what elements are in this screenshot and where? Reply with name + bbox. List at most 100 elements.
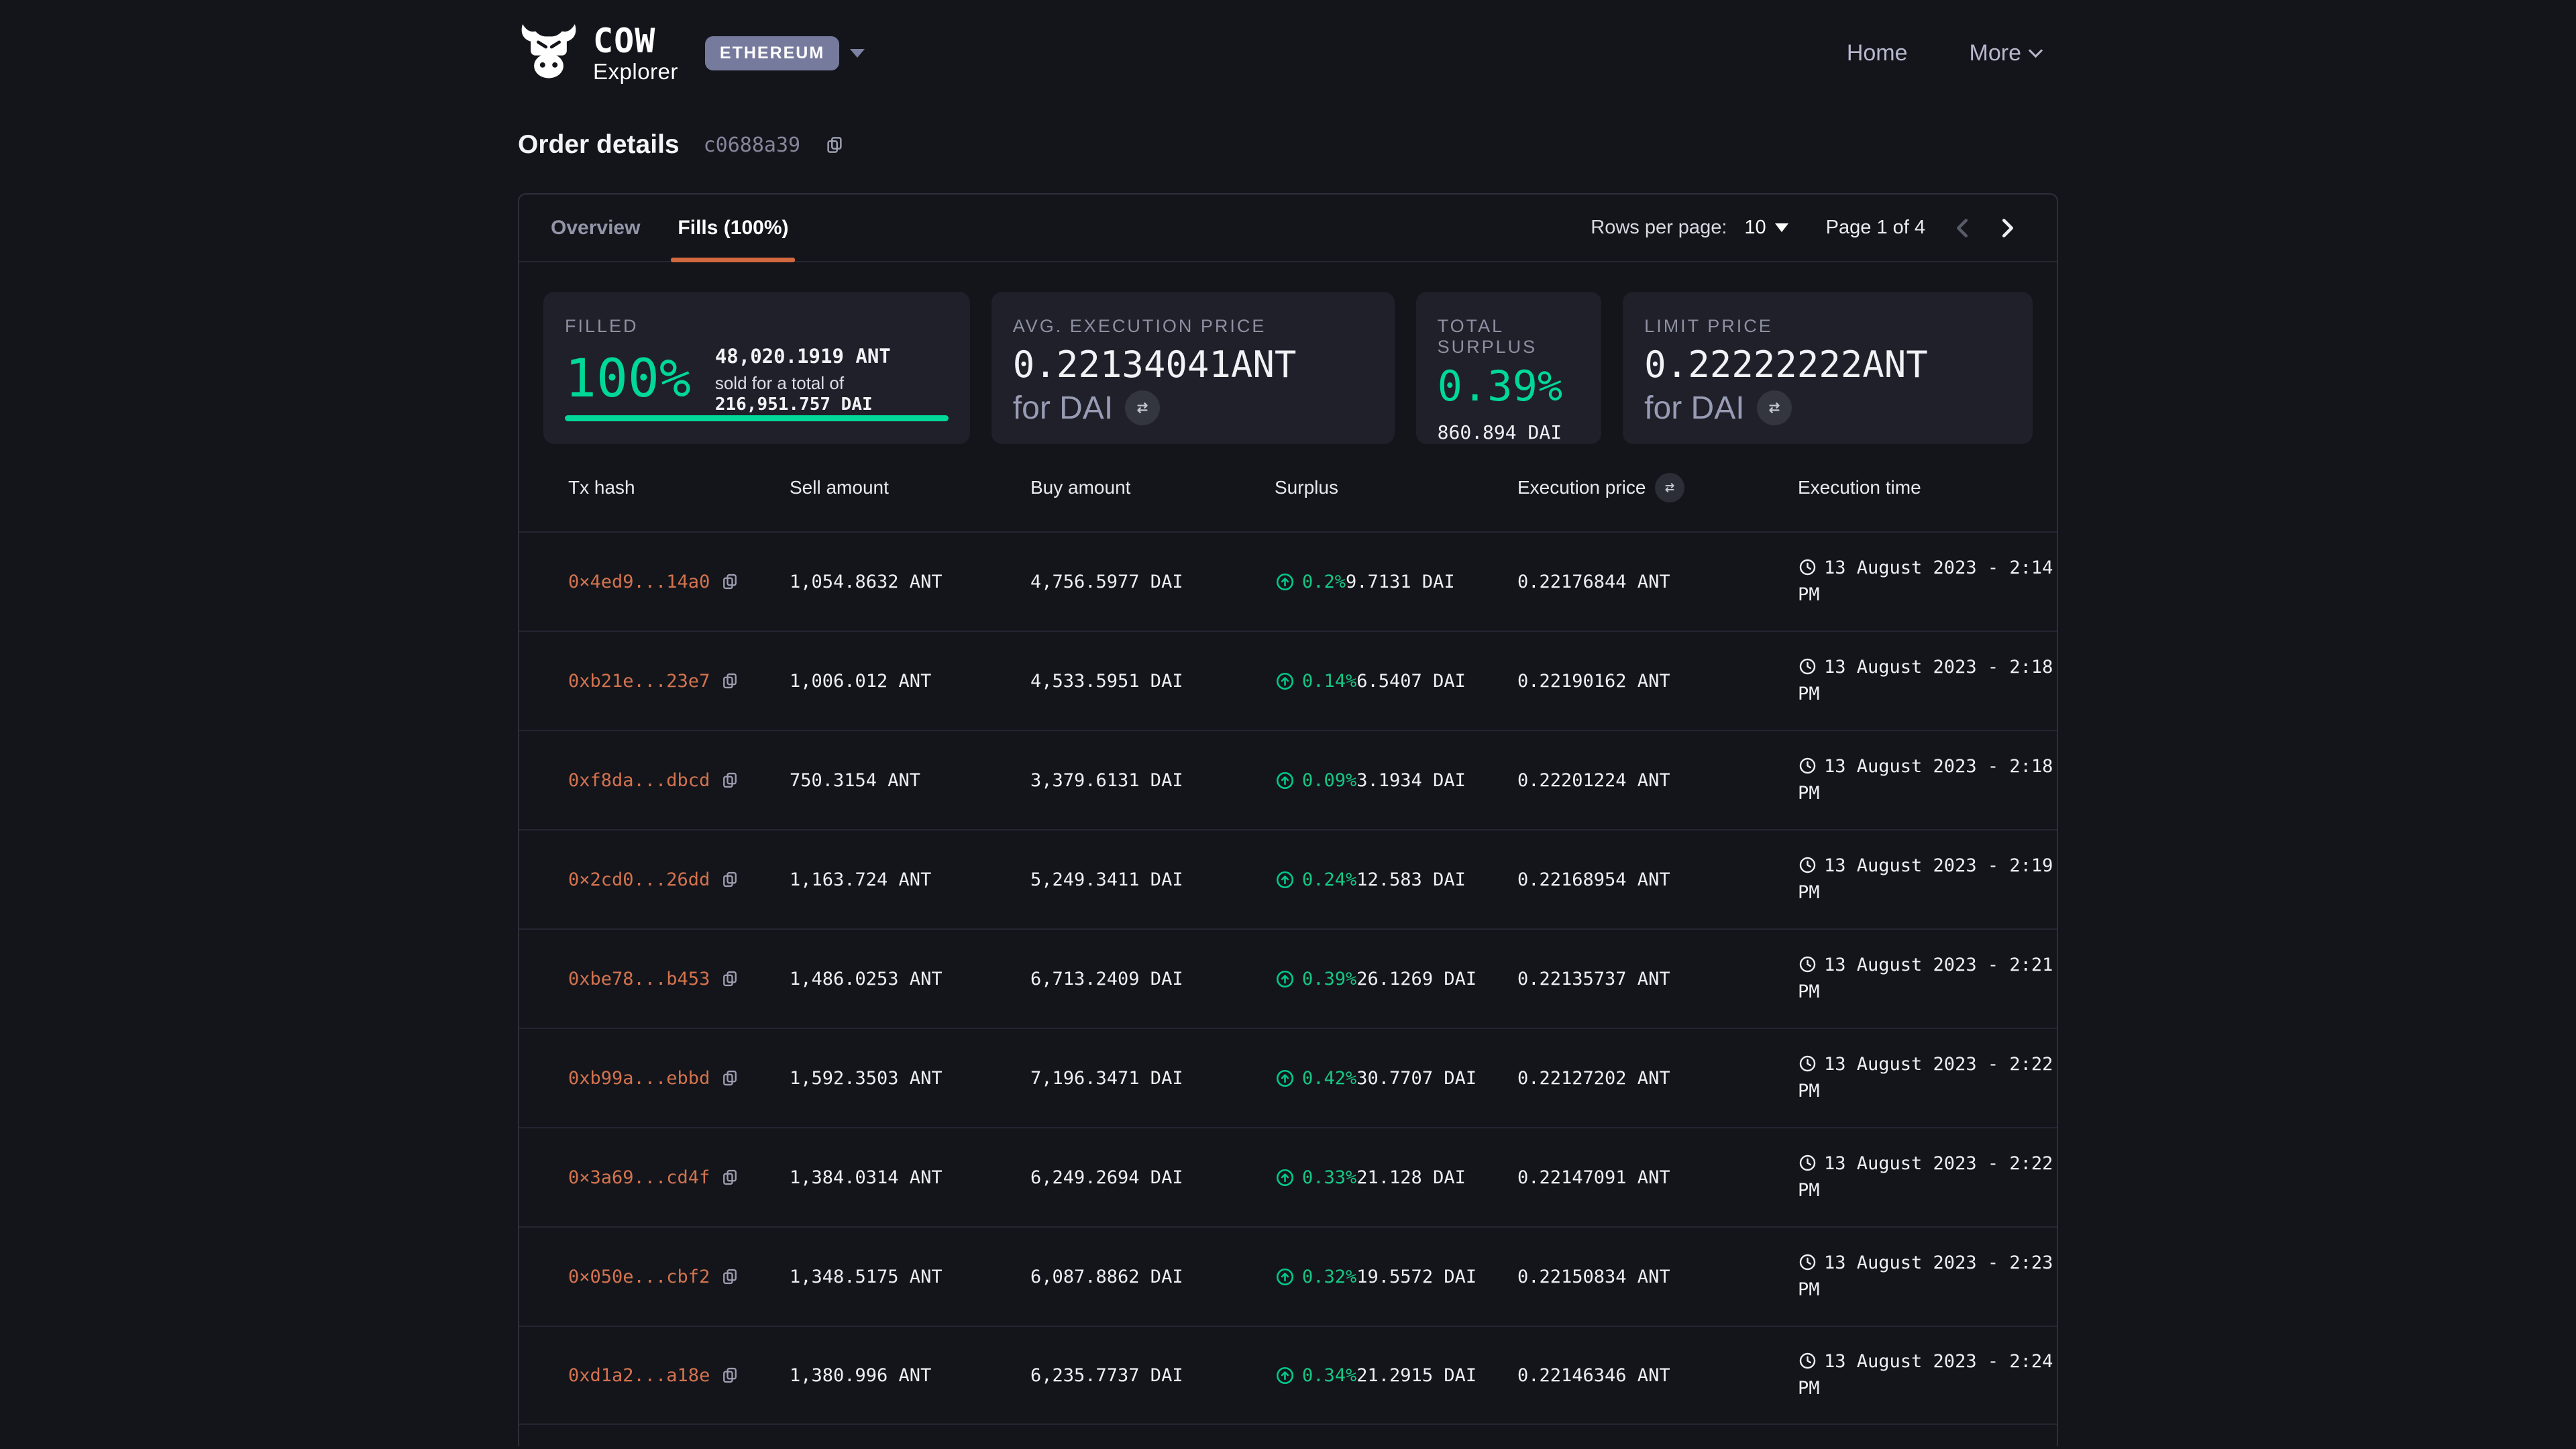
surplus-cell: 0.09%3.1934 DAI xyxy=(1275,770,1517,791)
copy-icon[interactable] xyxy=(720,1168,739,1187)
buy-amount-cell: 3,379.6131 DAI xyxy=(1030,770,1275,791)
execution-time-cell: 13 August 2023 - 2:19 PM xyxy=(1798,853,2057,907)
table-header-row: Tx hashSell amountBuy amountSurplusExecu… xyxy=(519,444,2057,531)
copy-icon[interactable] xyxy=(720,572,739,591)
pagination-controls: Rows per page: 10 Page 1 of 4 xyxy=(1591,211,2057,246)
tx-hash-cell: 0xb21e...23e7 xyxy=(568,671,790,692)
brand-name: COW xyxy=(593,24,678,58)
execution-time-cell: 13 August 2023 - 2:23 PM xyxy=(1798,1250,2057,1304)
copy-icon[interactable] xyxy=(720,771,739,790)
filled-sold-total: 216,951.757 DAI xyxy=(715,394,873,415)
execution-price-cell: 0.22135737 ANT xyxy=(1517,969,1798,989)
copy-icon[interactable] xyxy=(720,1366,739,1385)
copy-icon[interactable] xyxy=(720,870,739,889)
surplus-amount: 9.7131 DAI xyxy=(1346,572,1455,592)
table-row: 0xb21e...23e7 1,006.012 ANT4,533.5951 DAI… xyxy=(519,631,2057,730)
buy-amount-cell: 6,087.8862 DAI xyxy=(1030,1267,1275,1287)
tx-hash-link[interactable]: 0xf8da...dbcd xyxy=(568,770,710,791)
avg-execution-price-card: AVG. EXECUTION PRICE 0.22134041ANT for D… xyxy=(991,292,1395,444)
tabs-bar: Overview Fills (100%) Rows per page: 10 P… xyxy=(519,195,2057,262)
filled-sold-amount: 48,020.1919 ANT xyxy=(715,345,949,368)
table-row: 0xd1a2...a18e1,380.996 ANT6,235.7737 DAI… xyxy=(519,1326,2057,1425)
total-surplus-amount: 860.894 DAI xyxy=(1438,421,1580,443)
execution-time-cell: 13 August 2023 - 2:14 PM xyxy=(1798,555,2057,609)
execution-price-cell: 0.22190162 ANT xyxy=(1517,671,1798,692)
previous-page-button[interactable] xyxy=(1945,211,1980,246)
total-surplus-percent: 0.39% xyxy=(1438,364,1580,408)
execution-price-cell: 0.22201224 ANT xyxy=(1517,770,1798,791)
execution-time-cell: 13 August 2023 - 2:24 PM xyxy=(1798,1348,2057,1403)
column-header-execution-price: Execution price xyxy=(1517,473,1798,502)
rows-per-page-value: 10 xyxy=(1744,217,1766,239)
buy-amount-cell: 7,196.3471 DAI xyxy=(1030,1068,1275,1089)
surplus-percent: 0.33% xyxy=(1302,1167,1356,1188)
execution-time-cell: 13 August 2023 - 2:18 PM xyxy=(1798,753,2057,808)
tx-hash-link[interactable]: 0xd1a2...a18e xyxy=(568,1365,710,1386)
avg-execution-price-value: 0.22134041ANT xyxy=(1013,346,1373,384)
copy-icon[interactable] xyxy=(720,672,739,690)
swap-direction-icon[interactable] xyxy=(1757,390,1792,425)
nav-item-more[interactable]: More xyxy=(1970,40,2041,66)
table-row: 0×050e...cbf21,348.5175 ANT6,087.8862 DA… xyxy=(519,1226,2057,1326)
network-caret-down-icon xyxy=(850,49,865,58)
surplus-percent: 0.34% xyxy=(1302,1365,1356,1386)
tx-hash-cell: 0xd1a2...a18e xyxy=(568,1365,790,1386)
surplus-amount: 30.7707 DAI xyxy=(1356,1068,1477,1089)
buy-amount-cell: 6,249.2694 DAI xyxy=(1030,1167,1275,1188)
cow-head-icon xyxy=(518,24,580,83)
surplus-percent: 0.24% xyxy=(1302,869,1356,890)
surplus-amount: 21.2915 DAI xyxy=(1356,1365,1477,1386)
tx-hash-link[interactable]: 0xb21e...23e7 xyxy=(568,671,710,692)
filled-amounts: 48,020.1919 ANT sold for a total of 216,… xyxy=(715,345,949,415)
tx-hash-link[interactable]: 0×3a69...cd4f xyxy=(568,1167,710,1188)
cow-explorer-logo[interactable]: COW Explorer xyxy=(518,24,678,83)
surplus-cell: 0.24%12.583 DAI xyxy=(1275,869,1517,890)
table-row: 0×4ed9...14a01,054.8632 ANT4,756.5977 DA… xyxy=(519,531,2057,631)
copy-icon[interactable] xyxy=(720,1069,739,1087)
tx-hash-cell: 0xbe78...b453 xyxy=(568,969,790,989)
copy-icon[interactable] xyxy=(720,1267,739,1286)
surplus-cell: 0.14%6.5407 DAI xyxy=(1275,671,1517,692)
tx-hash-link[interactable]: 0×4ed9...14a0 xyxy=(568,572,710,592)
sell-amount-cell: 1,380.996 ANT xyxy=(790,1365,1030,1386)
tx-hash-link[interactable]: 0xb99a...ebbd xyxy=(568,1068,710,1089)
copy-icon[interactable] xyxy=(720,969,739,988)
tx-hash-link[interactable]: 0xbe78...b453 xyxy=(568,969,710,989)
price-swap-icon[interactable] xyxy=(1655,473,1684,502)
sell-amount-cell: 1,006.012 ANT xyxy=(790,671,1030,692)
surplus-percent: 0.14% xyxy=(1302,671,1356,692)
next-page-button[interactable] xyxy=(1990,211,2025,246)
rows-per-page-select[interactable]: 10 xyxy=(1744,217,1788,239)
surplus-cell: 0.39%26.1269 DAI xyxy=(1275,969,1517,989)
tab-fills-100[interactable]: Fills (100%) xyxy=(671,195,795,261)
buy-amount-cell: 4,533.5951 DAI xyxy=(1030,671,1275,692)
order-id-copy-icon[interactable] xyxy=(824,135,845,155)
order-details-panel: Overview Fills (100%) Rows per page: 10 P… xyxy=(518,193,2058,1446)
limit-price-card: LIMIT PRICE 0.22222222ANT for DAI xyxy=(1623,292,2033,444)
tab-overview[interactable]: Overview xyxy=(544,195,647,261)
sell-amount-cell: 1,384.0314 ANT xyxy=(790,1167,1030,1188)
surplus-amount: 19.5572 DAI xyxy=(1356,1267,1477,1287)
execution-price-cell: 0.22147091 ANT xyxy=(1517,1167,1798,1188)
surplus-amount: 26.1269 DAI xyxy=(1356,969,1477,989)
network-badge[interactable]: ETHEREUM xyxy=(705,36,839,70)
sell-amount-cell: 750.3154 ANT xyxy=(790,770,1030,791)
order-id: c0688a39 xyxy=(704,133,801,157)
brand-subtitle: Explorer xyxy=(593,60,678,83)
avg-execution-price-label: AVG. EXECUTION PRICE xyxy=(1013,316,1373,337)
tabs: Overview Fills (100%) xyxy=(544,195,819,261)
nav-item-home[interactable]: Home xyxy=(1847,40,1908,66)
surplus-percent: 0.2% xyxy=(1302,572,1346,592)
table-row: 0×3a69...cd4f 1,384.0314 ANT6,249.2694 DA… xyxy=(519,1127,2057,1226)
column-header-surplus: Surplus xyxy=(1275,477,1517,498)
table-row: 0xf8da...dbcd750.3154 ANT3,379.6131 DAI0… xyxy=(519,730,2057,829)
network-selector[interactable]: ETHEREUM xyxy=(705,36,865,70)
execution-price-cell: 0.22127202 ANT xyxy=(1517,1068,1798,1089)
buy-amount-cell: 6,713.2409 DAI xyxy=(1030,969,1275,989)
tx-hash-link[interactable]: 0×2cd0...26dd xyxy=(568,869,710,890)
chevron-down-icon xyxy=(2029,43,2043,57)
surplus-cell: 0.2%9.7131 DAI xyxy=(1275,572,1517,592)
swap-direction-icon[interactable] xyxy=(1125,390,1160,425)
tx-hash-link[interactable]: 0×050e...cbf2 xyxy=(568,1267,710,1287)
filled-sold-total-line: sold for a total of 216,951.757 DAI xyxy=(715,373,949,415)
